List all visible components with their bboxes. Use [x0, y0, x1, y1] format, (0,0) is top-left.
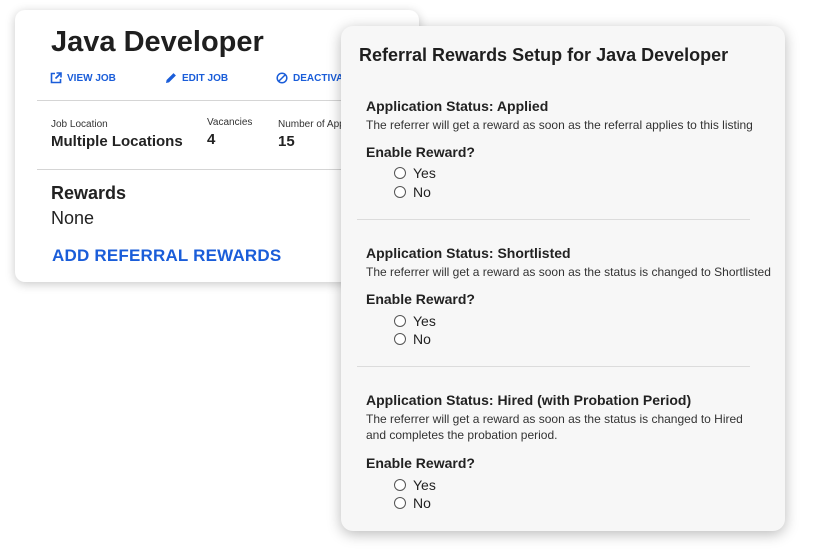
- vacancies-stat: Vacancies 4: [207, 117, 252, 148]
- applicants-stat: Number of App 15: [278, 119, 345, 150]
- referral-rewards-modal: Referral Rewards Setup for Java Develope…: [341, 26, 785, 531]
- radio-yes-option[interactable]: Yes: [394, 477, 436, 493]
- status-heading: Application Status: Hired (with Probatio…: [366, 392, 692, 408]
- rewards-heading: Rewards: [51, 183, 127, 203]
- radio-yes-label: Yes: [413, 313, 436, 329]
- edit-job-link[interactable]: EDIT JOB: [165, 72, 228, 84]
- enable-reward-label: Enable Reward?: [366, 144, 475, 160]
- radio-no-label: No: [413, 184, 431, 200]
- radio-button[interactable]: [394, 167, 406, 179]
- section-divider: [357, 219, 750, 220]
- reward-section-applied: Application Status: Applied The referrer…: [341, 98, 785, 218]
- vacancies-value: 4: [207, 131, 216, 148]
- job-location-stat: Job Location Multiple Locations: [51, 119, 183, 150]
- block-icon: [276, 72, 288, 84]
- reward-section-hired: Application Status: Hired (with Probatio…: [341, 392, 785, 522]
- edit-job-label: EDIT JOB: [182, 72, 229, 84]
- radio-button[interactable]: [394, 479, 406, 491]
- radio-yes-option[interactable]: Yes: [394, 313, 436, 329]
- enable-reward-label: Enable Reward?: [366, 291, 475, 307]
- add-referral-rewards-link[interactable]: ADD REFERRAL REWARDS: [52, 246, 281, 266]
- vacancies-label: Vacancies: [207, 117, 253, 128]
- job-location-value: Multiple Locations: [51, 133, 183, 150]
- status-description: The referrer will get a reward as soon a…: [366, 412, 743, 442]
- radio-no-option[interactable]: No: [394, 184, 431, 200]
- radio-no-option[interactable]: No: [394, 495, 431, 511]
- radio-button[interactable]: [394, 186, 406, 198]
- radio-yes-label: Yes: [413, 477, 436, 493]
- job-title: Java Developer: [51, 26, 264, 58]
- reward-section-shortlisted: Application Status: Shortlisted The refe…: [341, 245, 785, 365]
- radio-button[interactable]: [394, 497, 406, 509]
- pencil-icon: [166, 73, 176, 83]
- radio-no-option[interactable]: No: [394, 331, 431, 347]
- rewards-value: None: [51, 208, 95, 228]
- job-location-label: Job Location: [51, 119, 108, 130]
- radio-no-label: No: [413, 495, 431, 511]
- view-job-link[interactable]: VIEW JOB: [50, 72, 116, 84]
- external-link-icon: [50, 72, 62, 84]
- section-divider: [357, 366, 750, 367]
- radio-button[interactable]: [394, 333, 406, 345]
- status-heading: Application Status: Shortlisted: [366, 245, 571, 261]
- enable-reward-label: Enable Reward?: [366, 455, 475, 471]
- status-description: The referrer will get a reward as soon a…: [366, 118, 753, 132]
- status-description: The referrer will get a reward as soon a…: [366, 265, 771, 279]
- radio-button[interactable]: [394, 315, 406, 327]
- applicants-value: 15: [278, 133, 295, 150]
- applicants-label: Number of App: [278, 119, 345, 130]
- radio-no-label: No: [413, 331, 431, 347]
- modal-title: Referral Rewards Setup for Java Develope…: [359, 45, 729, 65]
- status-heading: Application Status: Applied: [366, 98, 549, 114]
- radio-yes-option[interactable]: Yes: [394, 165, 436, 181]
- view-job-label: VIEW JOB: [67, 72, 116, 84]
- radio-yes-label: Yes: [413, 165, 436, 181]
- deactivate-job-link[interactable]: DEACTIVAT: [276, 72, 349, 84]
